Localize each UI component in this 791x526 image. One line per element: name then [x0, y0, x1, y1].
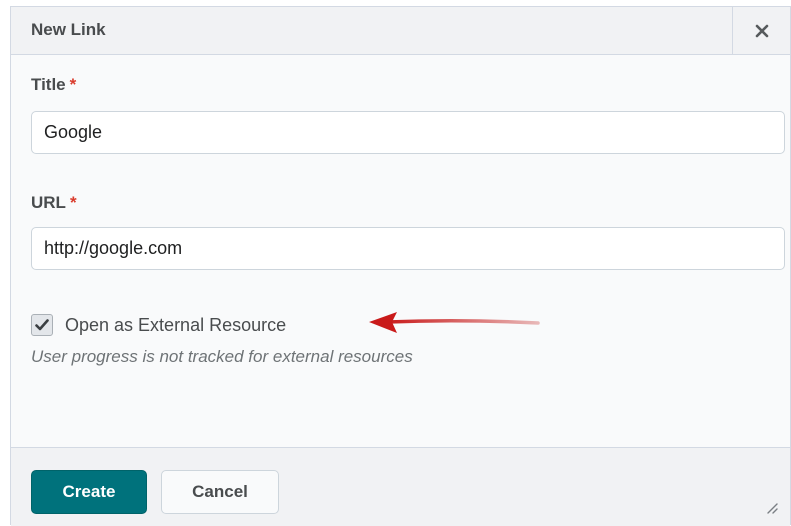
resize-handle-icon[interactable] — [764, 500, 778, 514]
create-button[interactable]: Create — [31, 470, 147, 514]
dialog-footer: Create Cancel — [11, 447, 790, 526]
new-link-dialog: New Link Title* URL* Open as External Re… — [10, 6, 791, 526]
cancel-button[interactable]: Cancel — [161, 470, 279, 514]
